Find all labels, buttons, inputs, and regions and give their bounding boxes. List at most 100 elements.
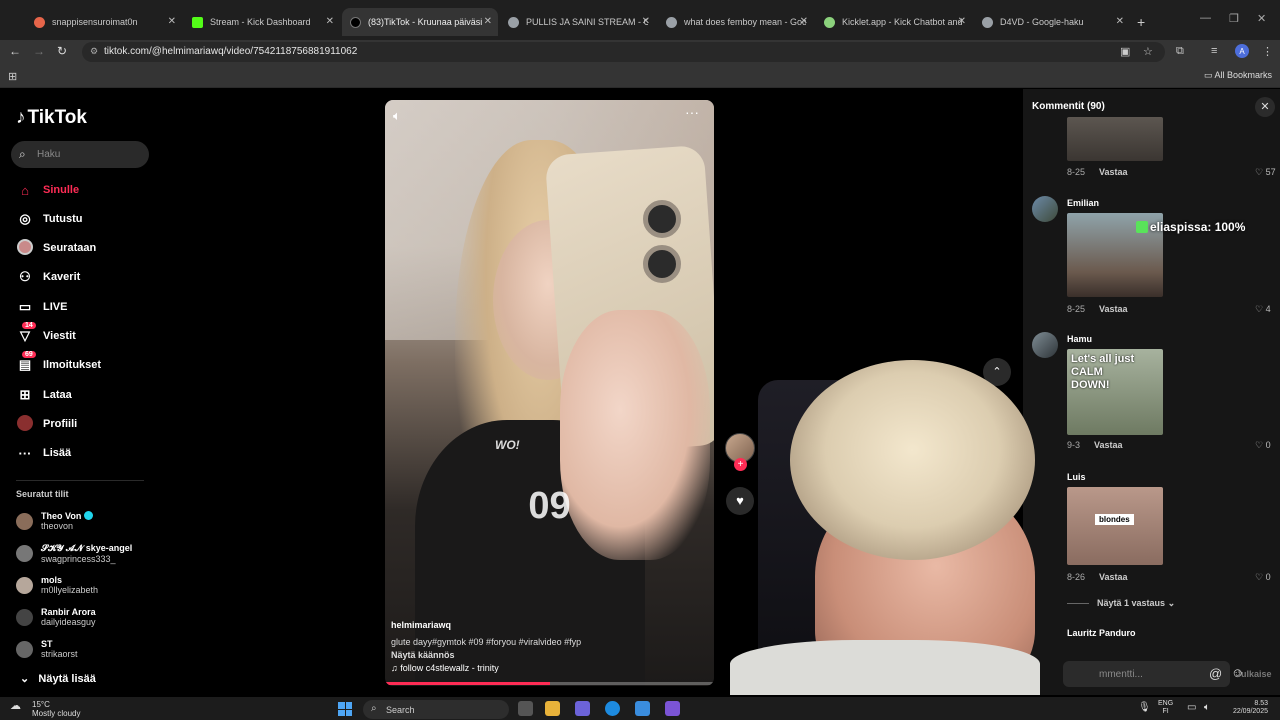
window-close-icon[interactable]: ✕	[1257, 12, 1266, 25]
site-info-icon[interactable]: ⚙	[90, 46, 98, 57]
more-options-icon[interactable]: ···	[685, 104, 699, 120]
reply-button[interactable]: Vastaa	[1094, 440, 1123, 450]
profile-avatar[interactable]: A	[1235, 44, 1249, 58]
nav-viestit[interactable]: ▽ 14 Viestit	[16, 322, 76, 347]
translate-link[interactable]: Näytä käännös	[391, 650, 455, 660]
close-icon[interactable]: ✕	[1116, 16, 1124, 27]
cast-icon[interactable]: ▣	[1120, 45, 1130, 58]
microphone-icon[interactable]: 🎙︎	[1138, 702, 1151, 713]
comment-author[interactable]: Lauritz Panduro	[1067, 628, 1136, 638]
close-icon[interactable]: ✕	[326, 16, 334, 27]
back-icon[interactable]: ←	[9, 44, 21, 58]
bookmark-star-icon[interactable]: ☆	[1143, 45, 1153, 58]
like-count: 57	[1265, 167, 1276, 177]
google-favicon-icon	[982, 16, 993, 28]
search-input[interactable]: ⌕ Haku	[11, 141, 149, 168]
nav-tutustu[interactable]: ◎ Tutustu	[16, 208, 82, 230]
forward-icon[interactable]: →	[33, 44, 45, 58]
show-replies-button[interactable]: Näytä 1 vastaus ⌄	[1067, 598, 1175, 609]
language-indicator[interactable]: ENG FI	[1158, 700, 1173, 716]
following-item[interactable]: Ranbir Arora dailyideasguy	[16, 603, 96, 631]
comments-panel: Kommentit (90) ✕ 8-25 Vastaa ♡ 57 Emilian…	[1023, 89, 1280, 695]
nav-lataa[interactable]: ⊞ Lataa	[16, 384, 72, 406]
following-header: Seuratut tilit	[16, 489, 69, 499]
close-icon[interactable]: ✕	[168, 16, 176, 27]
comment-like[interactable]: ♡ 0	[1255, 572, 1271, 583]
network-icon[interactable]: ▭	[1187, 702, 1196, 713]
address-bar[interactable]: ⚙ tiktok.com/@helmimariawq/video/7542118…	[82, 42, 1165, 62]
new-tab-button[interactable]: +	[1137, 14, 1145, 30]
music-link[interactable]: ♫ follow c4stlewallz - trinity	[391, 663, 499, 673]
nav-kaverit[interactable]: ⚇ Kaverit	[16, 266, 80, 288]
comment-like[interactable]: ♡ 57	[1255, 167, 1276, 178]
avatar[interactable]	[1032, 196, 1058, 222]
reload-icon[interactable]: ↻	[57, 44, 67, 58]
following-item[interactable]: mols m0llyelizabeth	[16, 571, 98, 599]
app-icon[interactable]	[665, 701, 680, 716]
tab-google-pullis[interactable]: PULLIS JA SAINI STREAM - Goo ✕	[500, 8, 656, 36]
minimize-icon[interactable]: —	[1200, 12, 1211, 24]
file-explorer-icon[interactable]	[545, 701, 560, 716]
copilot-icon[interactable]	[575, 701, 590, 716]
taskbar-search[interactable]: ⌕ Search	[363, 700, 509, 719]
video-author[interactable]: helmimariawq	[391, 620, 451, 630]
apps-grid-icon[interactable]: ⊞	[8, 70, 17, 83]
reply-button[interactable]: Vastaa	[1099, 572, 1128, 582]
comment-author[interactable]: Luis	[1067, 472, 1086, 482]
nav-ilmoitukset[interactable]: ▤ 69 Ilmoitukset	[16, 351, 101, 376]
nav-profiili[interactable]: Profiili	[16, 413, 77, 435]
kebab-menu-icon[interactable]: ⋮	[1262, 45, 1273, 58]
following-item[interactable]: Theo Von theovon	[16, 507, 94, 535]
close-icon[interactable]: ✕	[1255, 97, 1275, 117]
taskbar-clock[interactable]: 8.53 22/09/2025	[1224, 700, 1268, 716]
post-comment-button[interactable]: Julkaise	[1236, 669, 1272, 679]
video-player[interactable]: WO! 09 🔈︎ ··· helmimariawq glute dayy#gy…	[385, 100, 714, 686]
windows-start-icon[interactable]	[338, 702, 352, 716]
nav-live[interactable]: ▭ LIVE	[16, 296, 68, 318]
tab-search-icon[interactable]: ≡	[1211, 45, 1217, 57]
comment-author[interactable]: Emilian	[1067, 198, 1099, 208]
tab-google-femboy[interactable]: what does femboy mean - Goo ✕	[658, 8, 814, 36]
following-item[interactable]: 𝓢𝓚𝓨 𝓐𝓝 skye-angel swagprincess333_	[16, 539, 132, 567]
tab-kick-dashboard[interactable]: Stream - Kick Dashboard ✕	[184, 8, 340, 36]
clock-date: 22/09/2025	[1232, 708, 1268, 715]
edge-icon[interactable]	[605, 701, 620, 716]
mention-at-icon[interactable]: @	[1209, 666, 1222, 681]
store-icon[interactable]	[635, 701, 650, 716]
comment-gif[interactable]: Let's all just CALM DOWN!	[1067, 349, 1163, 435]
avatar[interactable]	[1032, 332, 1058, 358]
video-progress-bar[interactable]	[385, 682, 714, 685]
close-icon[interactable]: ✕	[958, 16, 966, 27]
nav-sinulle[interactable]: ⌂ Sinulle	[16, 179, 79, 201]
volume-icon[interactable]: 🔈︎	[393, 108, 401, 124]
extensions-icon[interactable]: ⧉	[1176, 45, 1184, 58]
comment-author[interactable]: Hamu	[1067, 334, 1092, 344]
comment-like[interactable]: ♡ 4	[1255, 304, 1271, 315]
close-icon[interactable]: ✕	[800, 16, 808, 27]
show-more-button[interactable]: ⌄ Näytä lisää	[20, 672, 96, 685]
comment-input[interactable]: mmentti... @ ☺	[1063, 661, 1244, 687]
restore-icon[interactable]: ❐	[1229, 12, 1239, 25]
tab-kicklet[interactable]: Kicklet.app - Kick Chatbot and ✕	[816, 8, 972, 36]
avatar	[16, 512, 33, 530]
close-icon[interactable]: ✕	[484, 16, 492, 27]
url-text[interactable]: tiktok.com/@helmimariawq/video/754211875…	[104, 46, 357, 57]
tab-snappisensuroimat0n[interactable]: snappisensuroimat0n ✕	[26, 8, 182, 36]
nav-lisaa[interactable]: ··· Lisää	[16, 442, 72, 464]
comment-like[interactable]: ♡ 0	[1255, 440, 1271, 451]
nav-label: Sinulle	[43, 184, 80, 196]
reply-button[interactable]: Vastaa	[1099, 304, 1128, 314]
speaker-icon[interactable]: 🔈︎	[1204, 702, 1210, 713]
nav-seurataan[interactable]: Seurataan	[16, 237, 96, 259]
following-item[interactable]: ST strikaorst	[16, 635, 78, 663]
tab-google-d4vd[interactable]: D4VD - Google-haku ✕	[974, 8, 1130, 36]
task-view-icon[interactable]	[518, 701, 533, 716]
comment-gif[interactable]: blondes	[1067, 487, 1163, 565]
comment-gif[interactable]	[1067, 117, 1163, 161]
close-icon[interactable]: ✕	[642, 16, 650, 27]
tab-label: Stream - Kick Dashboard	[210, 17, 311, 27]
tiktok-logo[interactable]: ♪ TikTok	[16, 107, 87, 129]
reply-button[interactable]: Vastaa	[1099, 167, 1128, 177]
tab-tiktok[interactable]: (83)TikTok - Kruunaa päiväsi ✕	[342, 8, 498, 36]
all-bookmarks-button[interactable]: ▭ All Bookmarks	[1204, 70, 1272, 81]
